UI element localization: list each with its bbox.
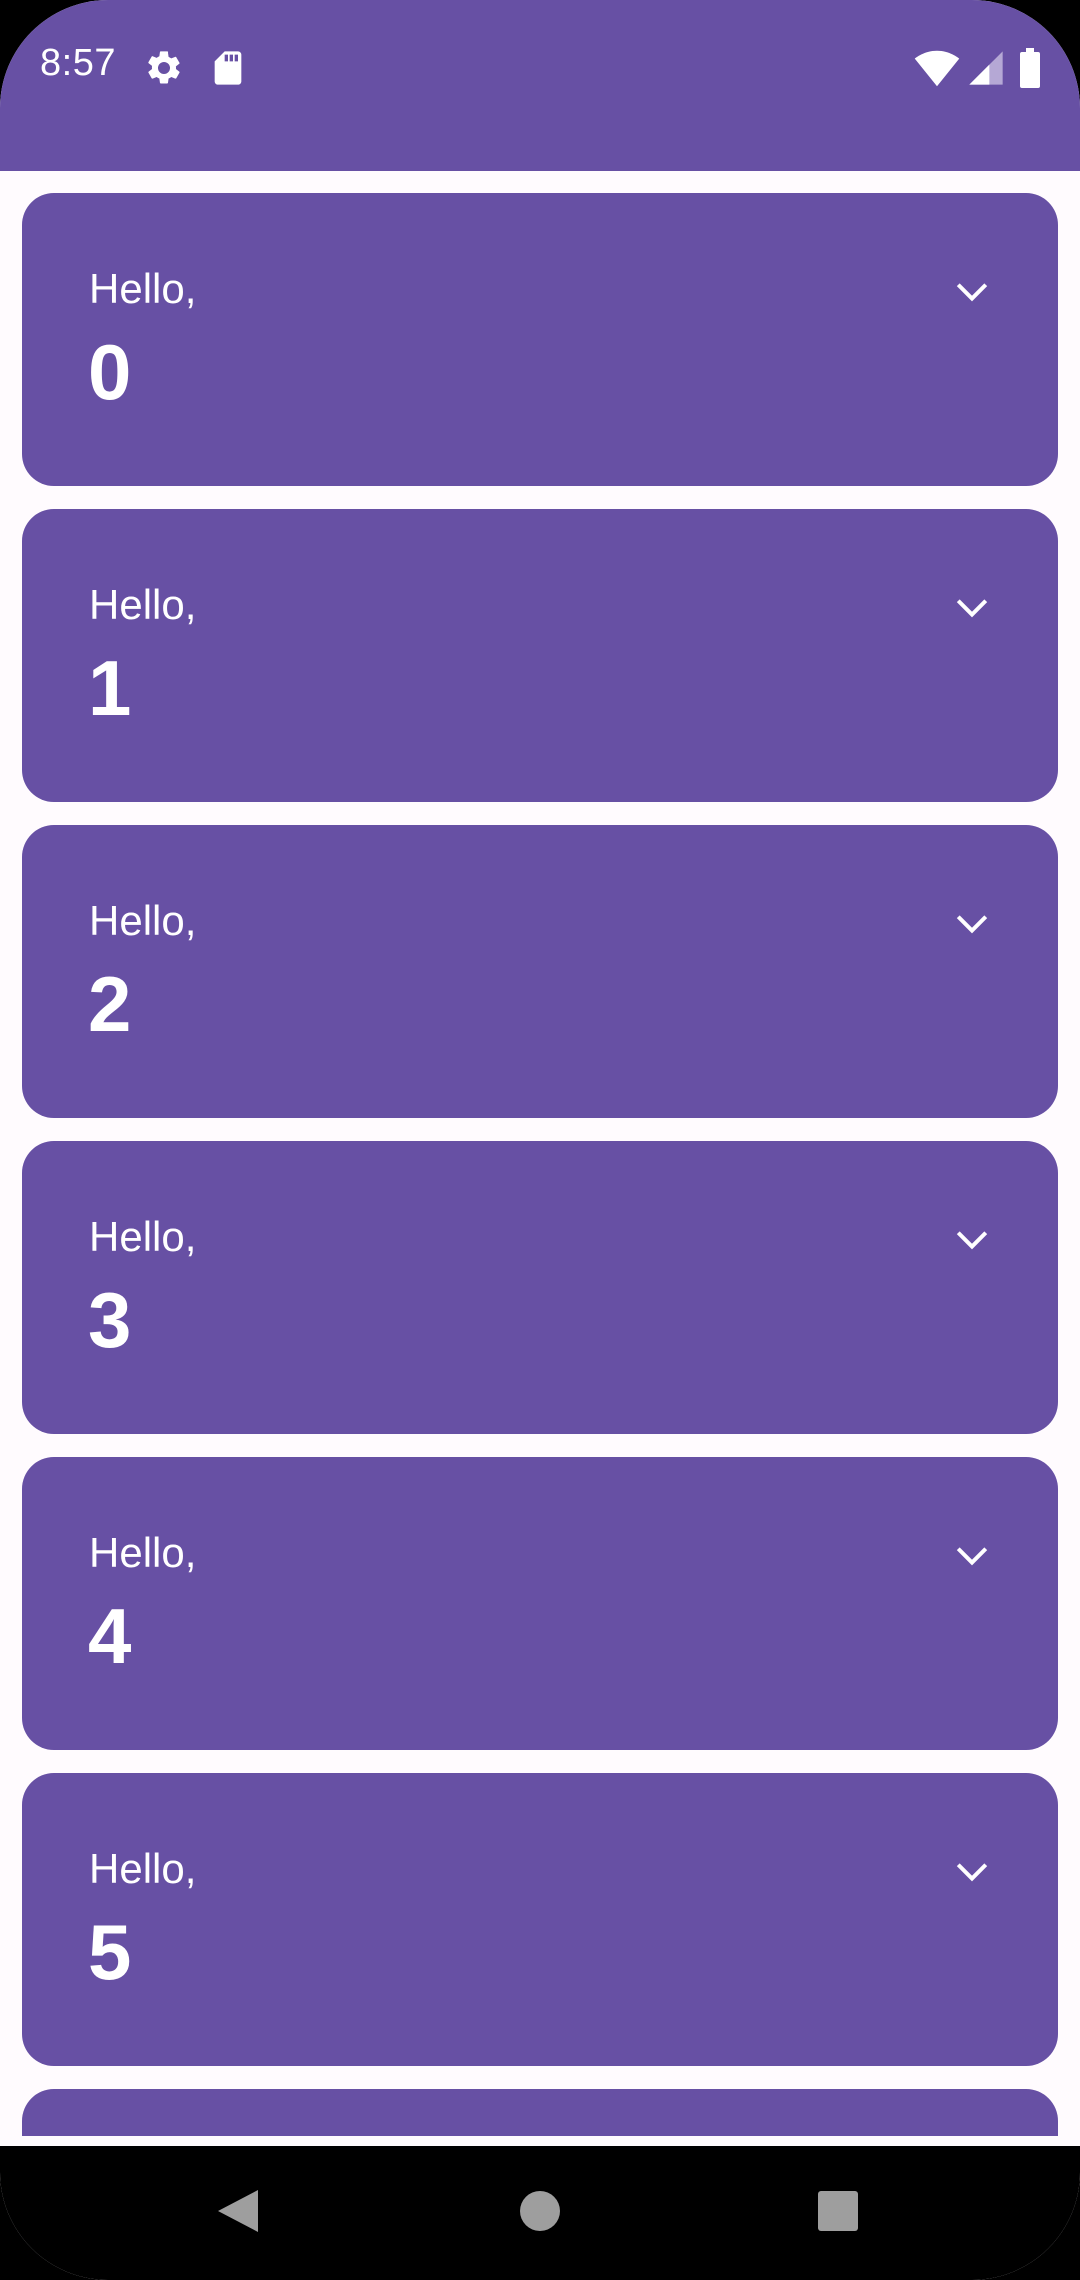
back-icon[interactable] [190,2166,290,2256]
expand-chevron-icon[interactable] [942,1525,1002,1585]
expand-chevron-icon[interactable] [942,1841,1002,1901]
home-icon[interactable] [490,2166,590,2256]
greeting-card[interactable]: Hello, 2 [22,825,1058,1118]
expand-chevron-icon[interactable] [942,1209,1002,1269]
expand-chevron-icon[interactable] [942,893,1002,953]
card-greeting: Hello, [89,897,197,944]
greeting-list[interactable]: Hello, 0 Hello, 1 Hello, 2 Hello, 3 Hell… [0,171,1080,2136]
cell-signal-icon [966,48,1006,88]
card-name: 1 [88,644,132,732]
greeting-card[interactable]: Hello, 0 [22,193,1058,486]
greeting-card[interactable]: Hello, 4 [22,1457,1058,1750]
greeting-card[interactable]: Hello, 5 [22,1773,1058,2066]
wifi-icon [914,48,960,88]
expand-chevron-icon[interactable] [942,577,1002,637]
card-name: 0 [88,328,132,416]
card-greeting: Hello, [89,1213,197,1260]
battery-icon [1018,48,1042,88]
status-bar: 8:57 [0,0,1080,171]
greeting-card[interactable]: Hello, 3 [22,1141,1058,1434]
card-greeting: Hello, [89,265,197,312]
navigation-bar [0,2146,1080,2280]
card-greeting: Hello, [89,581,197,628]
device-screen: 8:57 Hello, 0 Hello, 1 Hello, 2 Hello, 3… [0,0,1080,2280]
card-name: 3 [88,1276,132,1364]
greeting-card[interactable]: Hello, 1 [22,509,1058,802]
status-time: 8:57 [40,42,116,84]
card-greeting: Hello, [89,1845,197,1892]
card-greeting: Hello, [89,1529,197,1576]
sd-card-icon [208,48,248,88]
settings-icon [144,48,184,88]
recents-icon[interactable] [788,2166,888,2256]
card-name: 5 [88,1908,132,1996]
card-name: 4 [88,1592,132,1680]
greeting-card-partial[interactable] [22,2089,1058,2136]
card-name: 2 [88,960,132,1048]
expand-chevron-icon[interactable] [942,261,1002,321]
